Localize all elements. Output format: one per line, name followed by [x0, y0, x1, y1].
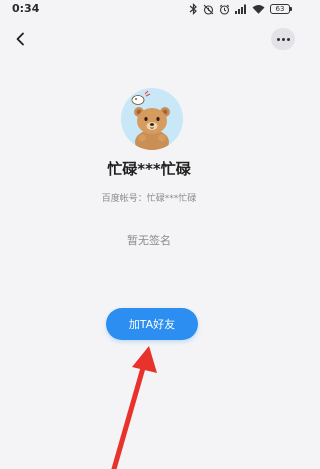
status-bar: 0:34 63: [0, 0, 298, 20]
bear-avatar-image: [121, 88, 183, 150]
more-button[interactable]: [271, 28, 295, 50]
bluetooth-icon: [189, 3, 197, 15]
chevron-left-icon: [16, 32, 24, 46]
avatar[interactable]: [121, 88, 183, 150]
status-icons: 63: [189, 1, 292, 17]
battery-icon: 63: [270, 4, 292, 14]
red-arrow-annotation: [111, 346, 157, 469]
more-dot: [281, 37, 285, 41]
wifi-icon: [252, 5, 265, 14]
alarm-icon: [219, 4, 230, 15]
back-button[interactable]: [8, 27, 32, 51]
signal-icon: [235, 4, 246, 14]
profile-name: 忙碌***忙碌: [107, 160, 191, 178]
alarm-off-icon: [203, 4, 214, 15]
signature-text: 暂无签名: [127, 234, 171, 247]
add-friend-button[interactable]: 加TA好友: [106, 308, 198, 340]
baidu-account-id: 百度帐号：忙碌***忙碌: [101, 194, 197, 204]
more-dot: [286, 37, 290, 41]
status-time: 0:34: [12, 2, 40, 15]
more-dots-icon: [276, 37, 280, 41]
